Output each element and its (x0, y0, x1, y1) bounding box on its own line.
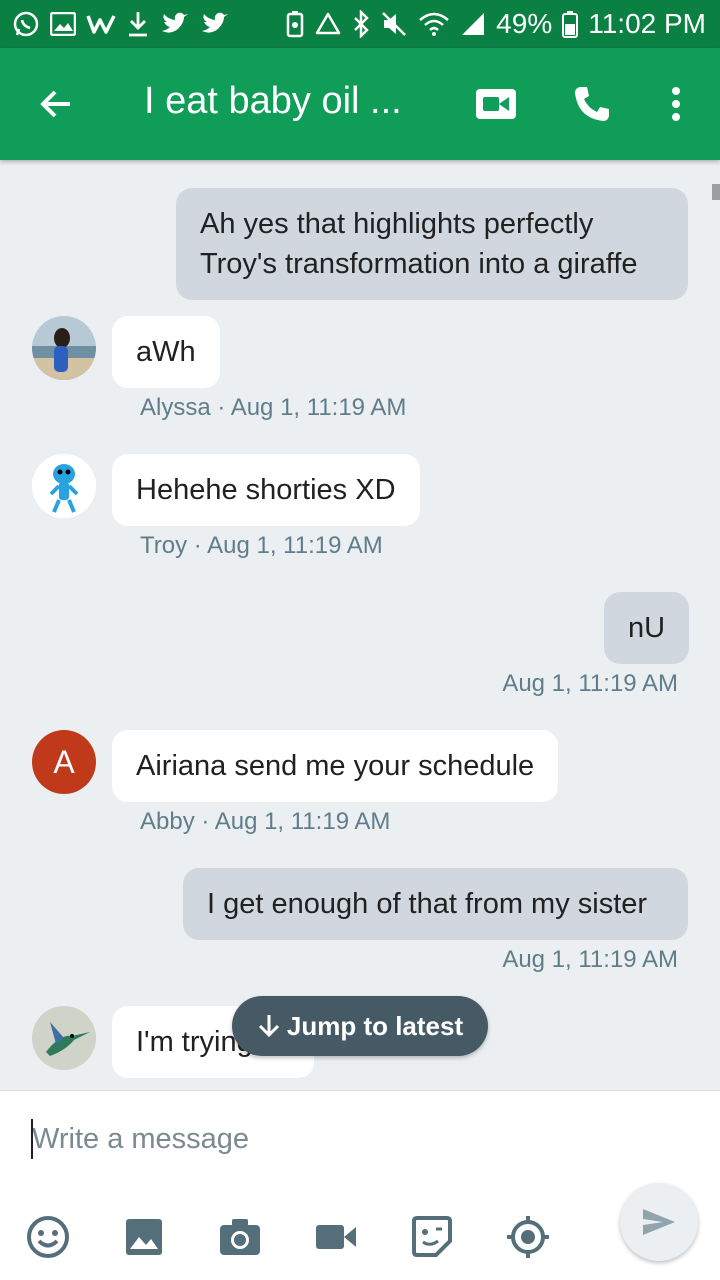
emoji-icon (27, 1216, 69, 1258)
message-list[interactable]: Ah yes that highlights perfectly Troy's … (0, 160, 720, 1090)
battery-icon (562, 10, 579, 38)
battery-percent: 49% (496, 8, 553, 39)
scrollbar-thumb[interactable] (712, 184, 720, 200)
camera-icon (220, 1219, 260, 1255)
message-bubble-outgoing[interactable]: Ah yes that highlights perfectly Troy's … (176, 188, 688, 300)
avatar-abby[interactable]: A (32, 730, 96, 794)
camera-button[interactable] (216, 1213, 264, 1261)
message-bubble-incoming[interactable]: aWh (112, 316, 220, 388)
message-meta: Abby · Aug 1, 11:19 AM (140, 808, 391, 835)
emoji-button[interactable] (24, 1213, 72, 1261)
video-call-icon (476, 89, 516, 119)
sticker-button[interactable] (408, 1213, 456, 1261)
twitter-icon (160, 11, 190, 37)
message-bubble-incoming[interactable]: Airiana send me your schedule (112, 730, 559, 802)
arrow-down-icon (258, 1015, 279, 1038)
conversation-title[interactable]: I eat baby oil ... (144, 80, 402, 123)
signal-icon (460, 11, 486, 37)
send-button[interactable] (620, 1183, 698, 1261)
image-button[interactable] (120, 1213, 168, 1261)
more-vert-icon (672, 87, 680, 121)
message-text: nU (628, 612, 666, 644)
battery-saver-icon (286, 10, 304, 38)
message-input[interactable] (32, 1115, 592, 1163)
whatsapp-icon (12, 10, 40, 38)
wifi-icon (418, 11, 450, 37)
message-line: Troy's transformation into a giraffe (200, 248, 638, 280)
message-meta: Troy · Aug 1, 11:19 AM (140, 532, 383, 559)
location-icon (507, 1216, 549, 1258)
app-bar: I eat baby oil ... (0, 48, 720, 160)
back-button[interactable] (36, 84, 76, 124)
phone-call-button[interactable] (568, 80, 616, 128)
message-text: aWh (136, 336, 196, 368)
message-bubble-outgoing[interactable]: I get enough of that from my sister (183, 868, 688, 940)
status-bar: 49% 11:02 PM (0, 0, 720, 48)
gallery-icon (50, 12, 76, 36)
video-call-button[interactable] (472, 84, 520, 124)
twitter-icon (200, 11, 230, 37)
phone-icon (575, 87, 609, 121)
bluetooth-icon (352, 10, 370, 38)
message-meta: Alyssa · Aug 1, 11:19 AM (140, 394, 407, 421)
text-cursor (31, 1119, 33, 1159)
recycle-icon (314, 11, 342, 37)
message-meta: Aug 1, 11:19 AM (502, 670, 678, 697)
jump-to-latest-button[interactable]: Jump to latest (232, 996, 488, 1056)
status-left (12, 10, 230, 38)
w-app-icon (86, 12, 116, 36)
back-arrow-icon (40, 90, 70, 118)
message-text: I get enough of that from my sister (207, 888, 648, 920)
send-icon (643, 1209, 675, 1235)
mute-icon (380, 10, 408, 38)
image-icon (126, 1219, 162, 1255)
composer (0, 1090, 720, 1280)
message-meta: Aug 1, 11:19 AM (502, 946, 678, 973)
avatar-troy[interactable] (32, 454, 96, 518)
avatar-alyssa[interactable] (32, 316, 96, 380)
download-icon (126, 10, 150, 38)
message-bubble-incoming[interactable]: Hehehe shorties XD (112, 454, 420, 526)
jump-to-latest-label: Jump to latest (286, 1010, 464, 1041)
location-button[interactable] (504, 1213, 552, 1261)
message-line: Ah yes that highlights perfectly (200, 208, 594, 240)
avatar-letter: A (53, 743, 75, 780)
avatar-hummingbird[interactable] (32, 1006, 96, 1070)
clock: 11:02 PM (588, 8, 706, 39)
message-text: Airiana send me your schedule (136, 750, 535, 782)
message-text: Hehehe shorties XD (136, 474, 396, 506)
more-options-button[interactable] (660, 80, 692, 128)
video-icon (316, 1225, 356, 1249)
message-bubble-outgoing[interactable]: nU (604, 592, 690, 664)
sticker-icon (412, 1216, 452, 1257)
video-button[interactable] (312, 1213, 360, 1261)
status-right: 49% 11:02 PM (286, 8, 706, 40)
